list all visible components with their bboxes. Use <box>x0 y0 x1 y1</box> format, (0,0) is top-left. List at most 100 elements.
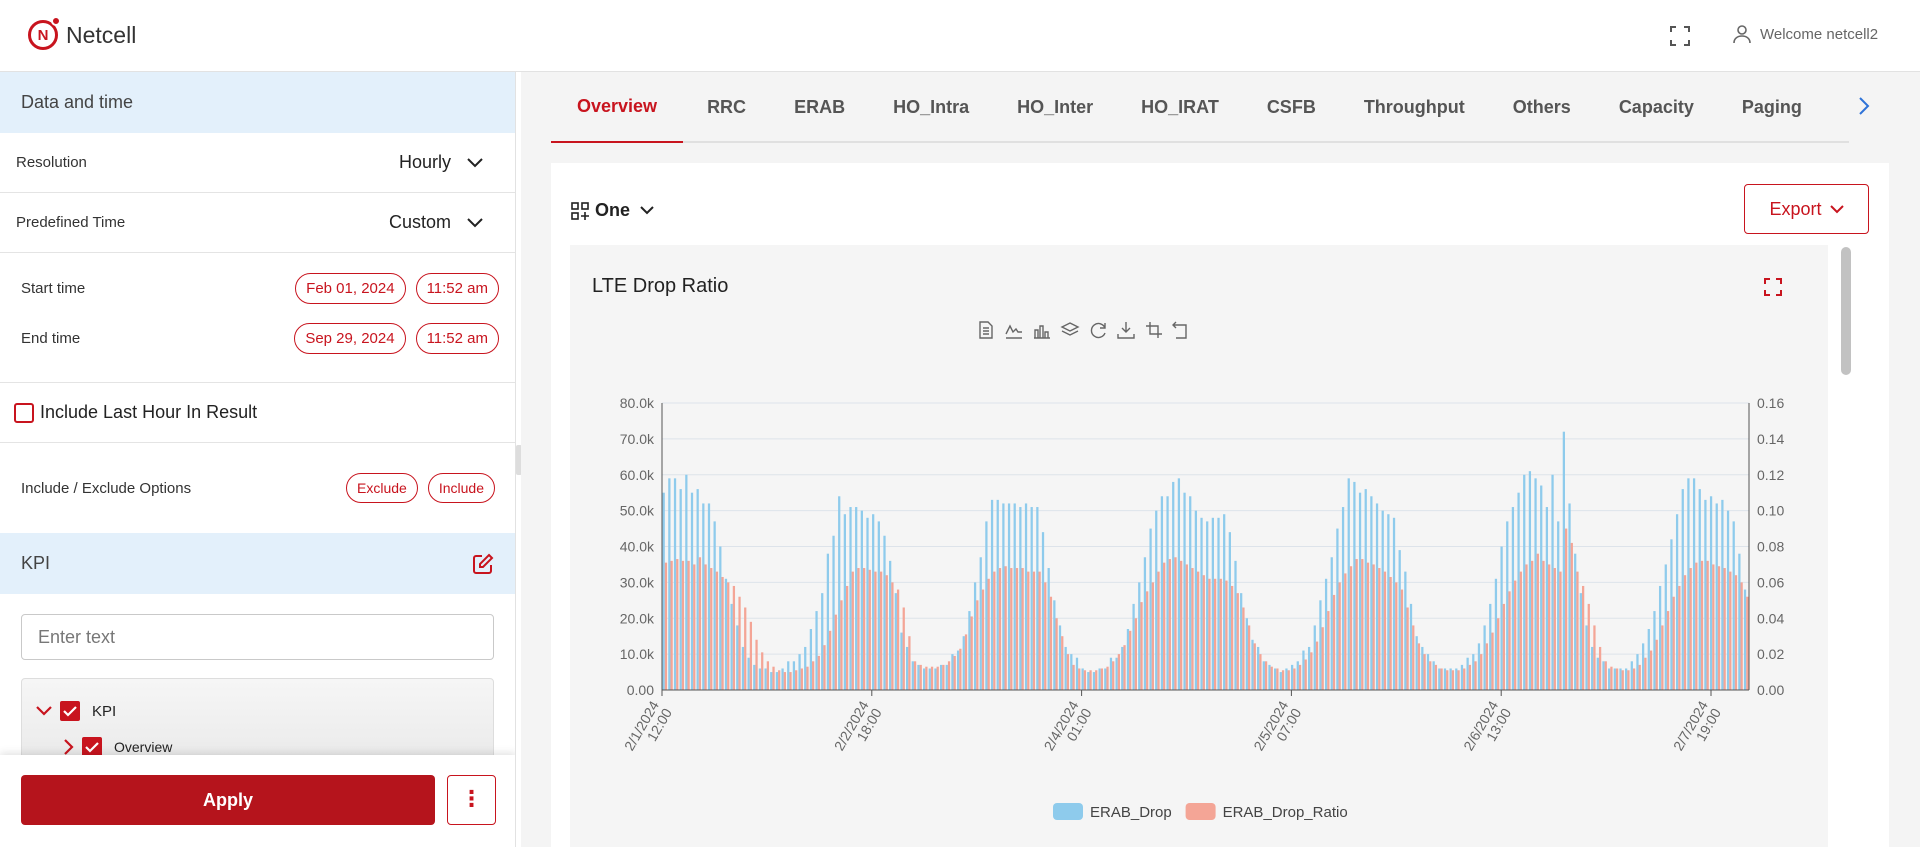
chart-legend: ERAB_Drop ERAB_Drop_Ratio <box>1053 803 1348 821</box>
bar-erab-drop <box>1053 600 1056 690</box>
bar-erab-drop-ratio <box>1446 670 1449 690</box>
bar-erab-drop <box>1002 503 1005 690</box>
bar-erab-drop-ratio <box>1746 596 1749 690</box>
bar-erab-drop-ratio <box>1049 596 1053 690</box>
y-right-tick-label: 0.00 <box>1757 682 1784 698</box>
bar-erab-drop-ratio <box>761 652 764 690</box>
include-last-hour-checkbox[interactable] <box>14 402 34 423</box>
bar-erab-drop-ratio <box>1683 575 1687 690</box>
bar-erab-drop-ratio <box>1638 664 1641 690</box>
bar-erab-drop-ratio <box>1276 668 1279 690</box>
tab-ho-irat[interactable]: HO_IRAT <box>1117 72 1243 143</box>
tab-ho-inter[interactable]: HO_Inter <box>993 72 1117 143</box>
bar-erab-drop-ratio <box>1004 566 1007 690</box>
bar-erab-drop <box>928 668 931 690</box>
bar-erab-drop-ratio <box>738 596 741 690</box>
bar-erab-drop <box>1574 553 1577 690</box>
x-tick-label: 2/6/202413:00 <box>1460 698 1514 753</box>
bar-erab-drop-ratio <box>942 664 945 690</box>
kpi-search <box>21 614 494 660</box>
start-time-pill[interactable]: 11:52 am <box>415 272 499 304</box>
bar-erab-drop <box>1126 629 1130 690</box>
end-time-label: End time <box>21 329 81 347</box>
fullscreen-icon[interactable] <box>1668 24 1692 48</box>
scrollbar-thumb[interactable] <box>1841 247 1851 375</box>
end-time-pill[interactable]: 11:52 am <box>415 322 499 354</box>
chevron-right-icon[interactable] <box>64 739 74 755</box>
bar-erab-drop-ratio <box>1553 568 1556 690</box>
y-right-tick-label: 0.14 <box>1757 431 1784 447</box>
panel-scrollbar[interactable] <box>1840 245 1852 847</box>
tab-csfb[interactable]: CSFB <box>1243 72 1340 143</box>
bar-erab-drop-ratio <box>812 661 815 690</box>
bar-erab-drop-ratio <box>800 668 803 690</box>
bar-erab-drop-ratio <box>1649 650 1653 690</box>
export-button[interactable]: Export <box>1744 184 1869 234</box>
tab-ho-intra[interactable]: HO_Intra <box>869 72 993 143</box>
bar-erab-drop-ratio <box>1180 560 1183 690</box>
bar-erab-drop <box>798 654 801 690</box>
bar-erab-drop-ratio <box>1565 528 1568 690</box>
bar-erab-drop <box>1443 668 1447 690</box>
bar-erab-drop-ratio <box>1219 578 1222 690</box>
bar-erab-drop-ratio <box>1191 568 1194 690</box>
bar-erab-drop-ratio <box>891 582 894 690</box>
bar-erab-drop <box>1166 496 1169 690</box>
chevron-down-icon[interactable] <box>36 706 52 716</box>
x-tick-label: 2/4/202401:00 <box>1040 698 1094 753</box>
tab-others[interactable]: Others <box>1489 72 1595 143</box>
bar-erab-drop <box>1013 503 1016 690</box>
bar-erab-drop <box>1409 603 1413 690</box>
bar-erab-drop <box>1336 528 1339 690</box>
tab-overview[interactable]: Overview <box>551 72 684 143</box>
bar-erab-drop <box>1172 481 1175 690</box>
y-left-tick-label: 20.0k <box>620 610 655 626</box>
end-date-pill[interactable]: Sep 29, 2024 <box>294 322 406 354</box>
bar-erab-drop <box>736 625 739 690</box>
bar-erab-drop <box>1534 478 1537 690</box>
kpi-search-input[interactable] <box>38 626 477 648</box>
bar-erab-drop-ratio <box>919 664 922 690</box>
x-tick-label: 2/2/202418:00 <box>831 698 885 753</box>
bar-erab-drop <box>1647 629 1650 690</box>
user-menu[interactable]: Welcome netcell2 <box>1732 24 1878 44</box>
more-options-button[interactable]: ⋮ <box>447 775 496 825</box>
tab-throughput[interactable]: Throughput <box>1340 72 1489 143</box>
bar-erab-drop <box>1217 517 1220 690</box>
app-logo[interactable]: N Netcell <box>28 16 136 50</box>
bar-erab-drop-ratio <box>710 568 713 690</box>
bar-erab-drop-ratio <box>1706 560 1709 690</box>
overview-checkbox[interactable] <box>82 737 102 757</box>
edit-icon[interactable] <box>472 553 494 575</box>
bar-erab-drop-ratio <box>1423 654 1426 690</box>
tabs-next-button[interactable] <box>1851 94 1875 118</box>
tree-item-kpi[interactable]: KPI <box>22 693 493 729</box>
tab-capacity[interactable]: Capacity <box>1595 72 1718 143</box>
tab-erab[interactable]: ERAB <box>770 72 869 143</box>
bar-erab-drop-ratio <box>1548 564 1551 690</box>
bar-erab-drop <box>1704 499 1707 690</box>
include-last-hour-row[interactable]: Include Last Hour In Result <box>0 383 515 443</box>
include-button[interactable]: Include <box>427 473 495 503</box>
tab-rrc[interactable]: RRC <box>683 72 770 143</box>
bar-erab-drop-ratio <box>1117 654 1121 690</box>
bar-erab-drop <box>1279 672 1282 690</box>
exclude-button[interactable]: Exclude <box>346 473 418 503</box>
bar-erab-drop-ratio <box>1027 571 1030 690</box>
bar-erab-drop <box>1415 636 1418 690</box>
bar-erab-drop-ratio <box>1434 664 1438 690</box>
view-select[interactable]: One <box>571 200 660 221</box>
resolution-select[interactable]: Hourly <box>399 152 483 173</box>
kpi-checkbox[interactable] <box>60 701 80 721</box>
bar-erab-drop-ratio <box>1287 670 1290 690</box>
predefined-time-select[interactable]: Custom <box>389 212 483 233</box>
bar-erab-drop-ratio <box>1514 580 1517 690</box>
apply-button[interactable]: Apply <box>21 775 435 825</box>
bar-erab-drop-ratio <box>913 661 917 690</box>
start-date-pill[interactable]: Feb 01, 2024 <box>295 272 406 304</box>
tab-paging[interactable]: Paging <box>1718 72 1826 143</box>
bar-erab-drop-ratio <box>1729 571 1732 690</box>
bar-erab-drop <box>1551 474 1554 690</box>
bar-erab-drop <box>1228 532 1231 690</box>
bar-erab-drop <box>1500 546 1503 690</box>
